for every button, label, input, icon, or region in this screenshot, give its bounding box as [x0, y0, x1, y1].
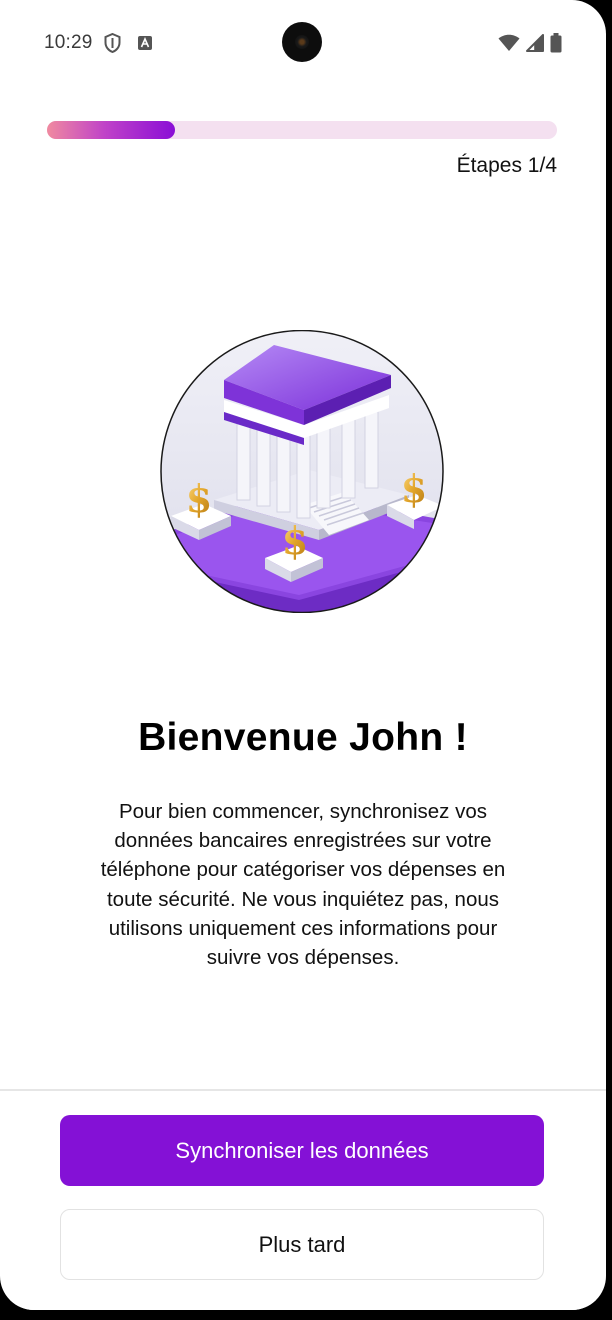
shield-icon: [104, 32, 121, 58]
welcome-description: Pour bien commencer, synchronisez vos do…: [64, 797, 542, 972]
phone-screen: 10:29 Étapes 1/4 $ $ $ Bienvenue John ! …: [0, 0, 606, 1310]
footer-divider: [0, 1089, 606, 1091]
status-bar: 10:29: [0, 22, 606, 64]
status-right-icons: [498, 33, 562, 58]
description-line: Pour bien commencer, synchronisez vos: [118, 800, 488, 823]
later-button[interactable]: Plus tard: [60, 1209, 544, 1280]
description-line: utilisons uniquement ces informations po…: [108, 916, 498, 940]
description-line: téléphone pour catégoriser vos dépenses …: [100, 858, 506, 882]
svg-text:$: $: [282, 518, 308, 563]
status-time: 10:29: [44, 32, 93, 53]
progress-bar: [47, 121, 557, 139]
description-line: suivre vos dépenses.: [206, 946, 400, 970]
wifi-icon: [498, 34, 520, 57]
svg-text:$: $: [401, 466, 427, 511]
sync-data-button[interactable]: Synchroniser les données: [60, 1115, 544, 1186]
battery-icon: [550, 33, 562, 58]
welcome-title: Bienvenue John !: [138, 716, 468, 759]
step-counter: Étapes 1/4: [456, 154, 557, 177]
bank-with-dollar-icon: $ $ $: [159, 329, 445, 614]
description-line: données bancaires enregistrées sur votre: [114, 829, 492, 853]
signal-icon: [526, 34, 544, 57]
svg-text:$: $: [186, 476, 212, 521]
gesture-nav-area: [0, 1300, 606, 1310]
progress-fill: [47, 121, 175, 139]
front-camera: [282, 22, 322, 62]
status-left-icons: [104, 32, 153, 58]
keyboard-a-icon: [137, 35, 153, 56]
description-line: toute sécurité. Ne vous inquiétez pas, n…: [106, 887, 499, 911]
